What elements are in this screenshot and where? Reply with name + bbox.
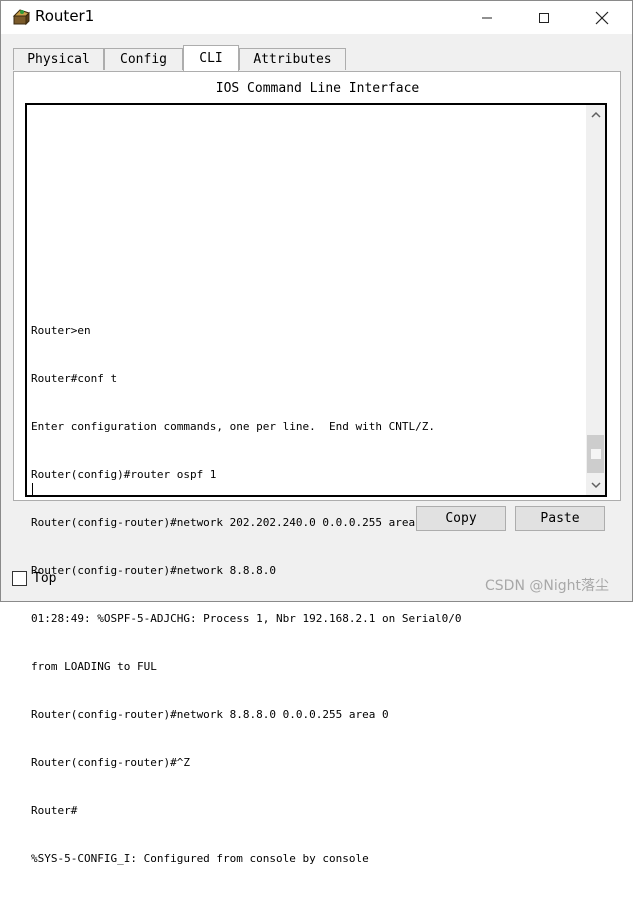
title-bar[interactable]: Router1 [1, 1, 632, 34]
scroll-up-button[interactable] [586, 105, 605, 125]
top-label: Top [33, 571, 57, 586]
terminal-line: Router(config-router)#network 8.8.8.0 0.… [31, 708, 389, 721]
router-icon [11, 7, 31, 27]
close-icon [595, 11, 609, 24]
scroll-thumb[interactable] [587, 435, 604, 473]
terminal-line: 01:28:49: %OSPF-5-ADJCHG: Process 1, Nbr… [31, 612, 462, 625]
terminal-line: from LOADING to FUL [31, 660, 157, 673]
cli-terminal[interactable]: Router>en Router#conf t Enter configurat… [25, 103, 607, 865]
tab-attributes[interactable]: Attributes [239, 48, 346, 70]
terminal-output: Router>en Router#conf t Enter configurat… [31, 291, 583, 899]
terminal-line: %SYS-5-CONFIG_I: Configured from console… [31, 852, 369, 865]
text-cursor [32, 483, 33, 497]
top-checkbox[interactable] [12, 571, 27, 586]
tab-physical[interactable]: Physical [13, 48, 104, 70]
close-button[interactable] [579, 1, 625, 34]
paste-button[interactable]: Paste [515, 506, 605, 531]
terminal-line: Router# [31, 804, 78, 817]
chevron-up-icon [590, 111, 601, 118]
scroll-down-button[interactable] [586, 475, 605, 495]
copy-button[interactable]: Copy [416, 506, 506, 531]
terminal-line: Router(config-router)#^Z [31, 756, 190, 769]
cli-heading: IOS Command Line Interface [215, 81, 420, 96]
maximize-button[interactable] [521, 1, 567, 34]
window-title: Router1 [35, 7, 95, 25]
chevron-down-icon [590, 482, 601, 489]
maximize-icon [539, 12, 549, 23]
tab-cli[interactable]: CLI [183, 45, 239, 71]
watermark: CSDN @Night落尘 [485, 578, 609, 594]
minimize-button[interactable] [464, 1, 510, 34]
terminal-line: Enter configuration commands, one per li… [31, 420, 435, 433]
terminal-line: Router#conf t [31, 372, 118, 385]
terminal-scrollbar[interactable] [586, 105, 605, 495]
router-window: Router1 Physical Config CLI Attributes I… [0, 0, 633, 865]
minimize-icon [482, 17, 492, 18]
terminal-line: Router>en [31, 324, 91, 337]
tab-config[interactable]: Config [104, 48, 183, 70]
terminal-line: Router(config)#router ospf 1 [31, 468, 217, 481]
